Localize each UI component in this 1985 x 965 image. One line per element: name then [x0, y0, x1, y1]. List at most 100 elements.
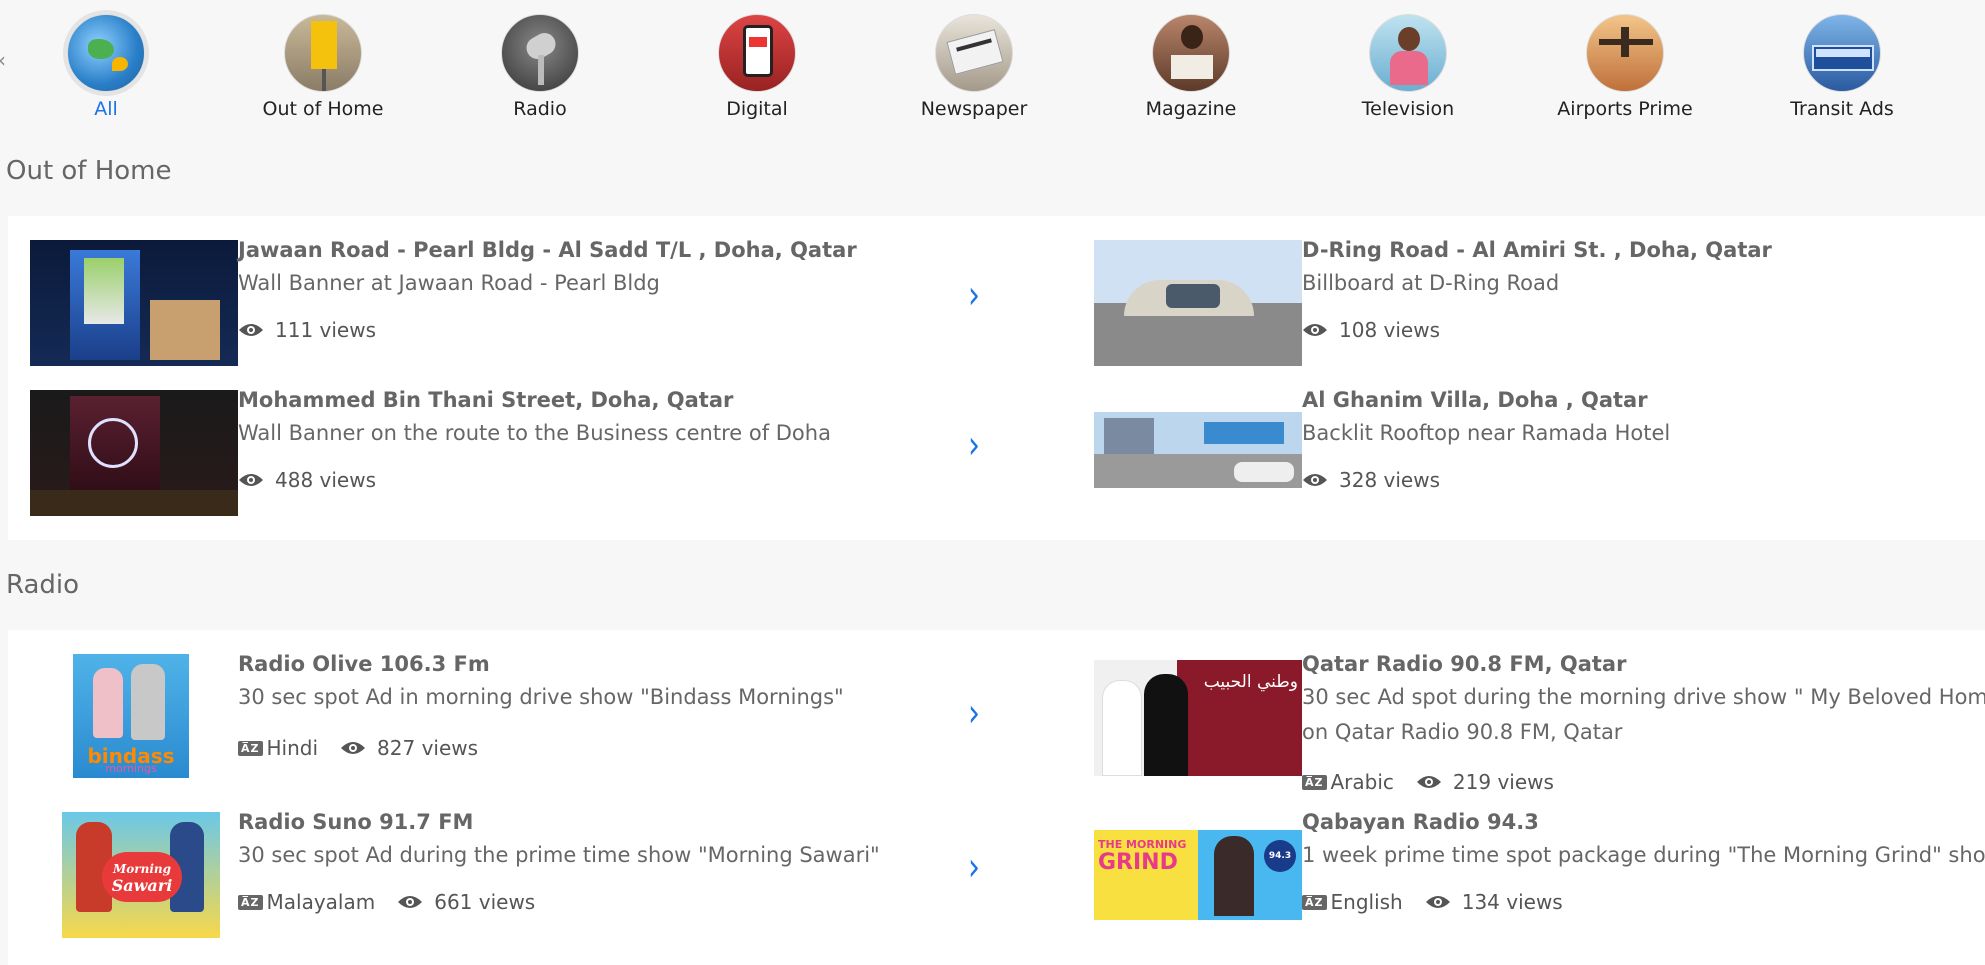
listing-thumbnail — [30, 390, 238, 516]
eye-icon — [239, 474, 263, 486]
globe-icon — [67, 14, 145, 92]
listing-thumbnail: bindass mornings — [73, 654, 189, 778]
category-label: Newspaper — [920, 98, 1028, 120]
listing-title[interactable]: Radio Olive 106.3 Fm — [238, 652, 490, 676]
category-bar: ‹ All Out of Home Radio Digital — [0, 0, 1985, 130]
out-of-home-panel: Jawaan Road - Pearl Bldg - Al Sadd T/L ,… — [8, 216, 1985, 540]
listing-thumbnail — [1094, 240, 1302, 366]
listing-thumbnail — [30, 240, 238, 366]
smartphone-icon — [718, 14, 796, 92]
view-count: 661 views — [434, 890, 536, 914]
category-label: Out of Home — [262, 98, 384, 120]
eye-icon — [398, 896, 423, 908]
listing-title[interactable]: Jawaan Road - Pearl Bldg - Al Sadd T/L ,… — [238, 238, 857, 262]
chevron-left-icon[interactable]: ‹ — [0, 48, 6, 72]
chevron-right-icon[interactable]: › — [968, 423, 980, 469]
chevron-right-icon[interactable]: › — [968, 691, 980, 737]
artwork-subtext: Sawari — [111, 876, 173, 895]
category-label: All — [94, 98, 118, 120]
listing-description: 30 sec spot Ad in morning drive show "Bi… — [238, 685, 844, 709]
listing-title[interactable]: Qabayan Radio 94.3 — [1302, 810, 1539, 834]
listing-title[interactable]: Mohammed Bin Thani Street, Doha, Qatar — [238, 388, 733, 412]
listing-meta: 111 views — [238, 318, 376, 342]
category-label: Magazine — [1145, 98, 1237, 120]
listing-card[interactable]: bindass mornings Radio Olive 106.3 Fm 30… — [8, 630, 1008, 790]
artwork-subtext: mornings — [105, 762, 157, 775]
listing-title[interactable]: Al Ghanim Villa, Doha , Qatar — [1302, 388, 1648, 412]
listing-card[interactable]: وطني الحبيب Qatar Radio 90.8 FM, Qatar 3… — [1072, 630, 1985, 794]
category-airports-prime[interactable]: Airports Prime — [1545, 14, 1705, 120]
listing-card[interactable]: THE MORNING GRIND 94.3 Qabayan Radio 94.… — [1072, 788, 1985, 948]
category-transit-ads[interactable]: Transit Ads — [1762, 14, 1922, 120]
artwork-text: Morning — [112, 862, 171, 876]
listing-card[interactable]: Morning Sawari Radio Suno 91.7 FM 30 sec… — [8, 788, 1008, 948]
eye-icon — [239, 324, 263, 336]
artwork-subtext: GRIND — [1098, 850, 1178, 875]
television-icon — [1369, 14, 1447, 92]
category-radio[interactable]: Radio — [460, 14, 620, 120]
category-magazine[interactable]: Magazine — [1111, 14, 1271, 120]
listing-meta: A̅Z English 134 views — [1302, 890, 1563, 914]
chevron-right-icon[interactable]: › — [968, 845, 980, 891]
category-digital[interactable]: Digital — [677, 14, 837, 120]
eye-icon — [341, 742, 366, 754]
airplane-icon — [1586, 14, 1664, 92]
eye-icon — [1425, 896, 1450, 908]
listing-meta: A̅Z Hindi 827 views — [238, 736, 478, 760]
category-out-of-home[interactable]: Out of Home — [243, 14, 403, 120]
listing-card[interactable]: Jawaan Road - Pearl Bldg - Al Sadd T/L ,… — [8, 216, 1008, 366]
listing-thumbnail: وطني الحبيب — [1094, 660, 1302, 776]
category-label: Digital — [726, 98, 788, 120]
listing-card[interactable]: D-Ring Road - Al Amiri St. , Doha, Qatar… — [1072, 216, 1985, 366]
view-count: 134 views — [1461, 890, 1563, 914]
category-label: Radio — [513, 98, 567, 120]
language-icon: A̅Z — [238, 740, 263, 756]
view-count: 488 views — [275, 468, 377, 492]
language-icon: A̅Z — [1302, 894, 1327, 910]
language: Malayalam — [266, 890, 376, 914]
view-count: 108 views — [1339, 318, 1441, 342]
category-label: Transit Ads — [1790, 98, 1894, 120]
category-television[interactable]: Television — [1328, 14, 1488, 120]
language: Hindi — [266, 736, 319, 760]
listing-card[interactable]: Al Ghanim Villa, Doha , Qatar Backlit Ro… — [1072, 366, 1985, 506]
magazine-icon — [1152, 14, 1230, 92]
chevron-right-icon[interactable]: › — [968, 273, 980, 319]
listing-thumbnail — [1094, 412, 1302, 488]
listing-title[interactable]: D-Ring Road - Al Amiri St. , Doha, Qatar — [1302, 238, 1772, 262]
artwork-text: وطني الحبيب — [1203, 672, 1298, 692]
language: English — [1330, 890, 1403, 914]
listing-meta: 108 views — [1302, 318, 1440, 342]
category-all[interactable]: All — [26, 14, 186, 120]
listing-description: Backlit Rooftop near Ramada Hotel — [1302, 421, 1671, 445]
artwork-badge: 94.3 — [1264, 840, 1296, 872]
listing-description: Wall Banner on the route to the Business… — [238, 421, 831, 445]
listing-description: 30 sec Ad spot during the morning drive … — [1302, 685, 1985, 744]
listing-title[interactable]: Qatar Radio 90.8 FM, Qatar — [1302, 652, 1626, 676]
view-count: 827 views — [377, 736, 479, 760]
microphone-icon — [501, 14, 579, 92]
eye-icon — [1303, 474, 1327, 486]
category-label: Television — [1361, 98, 1455, 120]
section-title-out-of-home: Out of Home — [6, 156, 172, 186]
category-newspaper[interactable]: Newspaper — [894, 14, 1054, 120]
listing-meta: 328 views — [1302, 468, 1440, 492]
newspaper-icon — [935, 14, 1013, 92]
view-count: 111 views — [275, 318, 377, 342]
listing-description: 1 week prime time spot package during "T… — [1302, 843, 1985, 867]
section-title-radio: Radio — [6, 570, 80, 600]
listing-description: Billboard at D-Ring Road — [1302, 271, 1560, 295]
language-icon: A̅Z — [238, 894, 263, 910]
listing-thumbnail: THE MORNING GRIND 94.3 — [1094, 830, 1302, 920]
listing-thumbnail: Morning Sawari — [62, 812, 220, 938]
listing-card[interactable]: Mohammed Bin Thani Street, Doha, Qatar W… — [8, 366, 1008, 516]
listing-meta: A̅Z Malayalam 661 views — [238, 890, 535, 914]
listing-description: Wall Banner at Jawaan Road - Pearl Bldg — [238, 271, 660, 295]
eye-icon — [1303, 324, 1327, 336]
view-count: 328 views — [1339, 468, 1441, 492]
listing-meta: 488 views — [238, 468, 376, 492]
category-label: Airports Prime — [1557, 98, 1693, 120]
listing-title[interactable]: Radio Suno 91.7 FM — [238, 810, 473, 834]
billboard-icon — [284, 14, 362, 92]
radio-panel: bindass mornings Radio Olive 106.3 Fm 30… — [8, 630, 1985, 965]
